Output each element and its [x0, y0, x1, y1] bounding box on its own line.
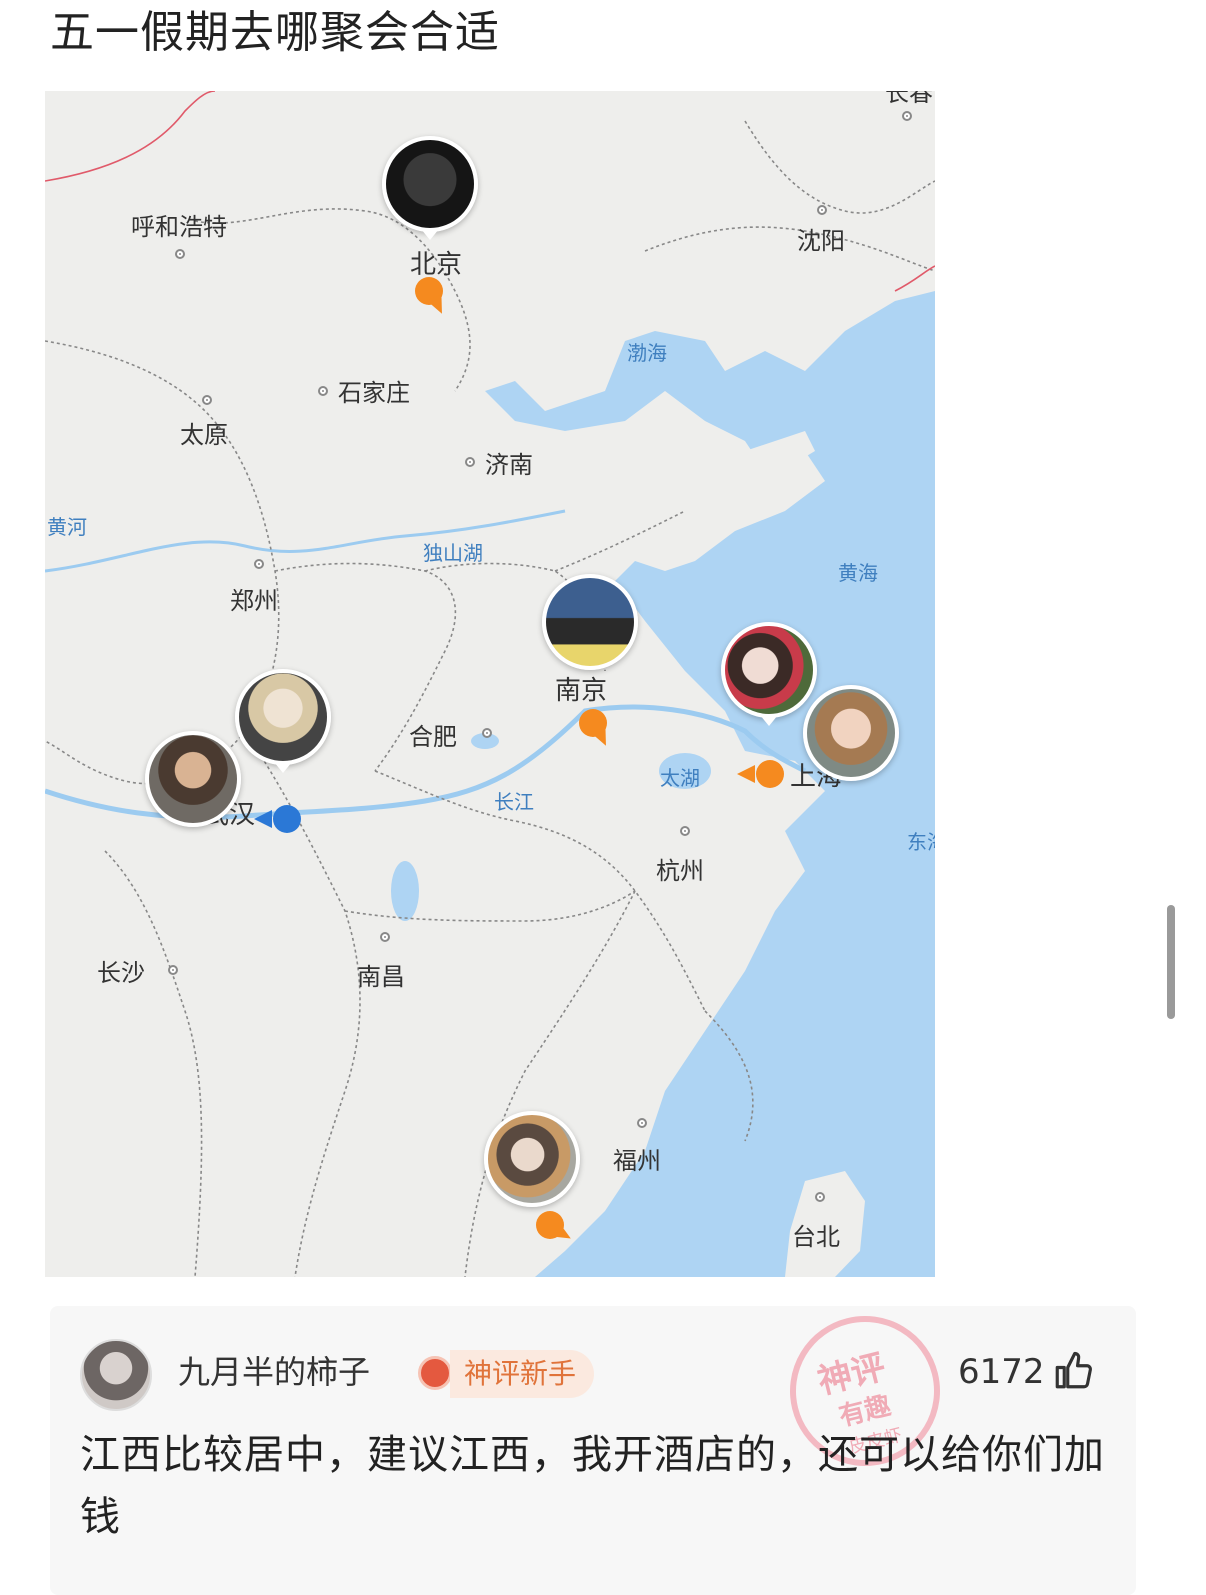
user-avatar-wuhan-1[interactable] [235, 669, 331, 765]
national-border-east [894, 265, 935, 292]
hefei-dot [482, 728, 492, 738]
user-avatar-nanjing[interactable] [542, 574, 638, 670]
thumbs-up-icon[interactable] [1052, 1350, 1094, 1392]
city-label-hefei: 合肥 [409, 723, 457, 751]
city-label-jinan: 济南 [485, 451, 533, 479]
user-avatar-shanghai-2[interactable] [803, 685, 899, 781]
direction-arrow [254, 810, 272, 828]
badge-icon [418, 1356, 452, 1390]
city-label-fuzhou: 福州 [613, 1147, 661, 1175]
national-border [45, 91, 216, 182]
like-count: 6172 [958, 1352, 1045, 1392]
changchun-dot [902, 111, 912, 121]
location-marker-wuhan[interactable] [273, 805, 301, 833]
badge-label: 神评新手 [450, 1350, 595, 1398]
direction-arrow [737, 765, 755, 783]
water-label-taihu: 太湖 [660, 766, 700, 790]
scrollbar[interactable] [1167, 905, 1175, 1019]
city-label-beijing: 北京 [410, 250, 463, 280]
user-avatar-beijing[interactable] [382, 136, 478, 232]
water-label-huanghai: 黄海 [838, 561, 878, 585]
city-label-taibei: 台北 [792, 1223, 840, 1251]
city-label-taiyuan: 太原 [180, 421, 228, 449]
yellow-river [45, 509, 566, 573]
city-label-shijiazhuang: 石家庄 [338, 379, 410, 407]
post-title: 五一假期去哪聚会合适 [50, 7, 500, 58]
user-avatar-wuhan-2[interactable] [145, 731, 241, 827]
fuzhou-dot [637, 1118, 647, 1128]
avatar-pin-tail [421, 229, 439, 240]
shenyang-dot [817, 205, 827, 215]
user-avatar-fuzhou[interactable] [484, 1111, 580, 1207]
zhengzhou-dot [254, 559, 264, 569]
city-label-nanjing: 南京 [555, 676, 608, 706]
comment-text: 江西比较居中，建议江西，我开酒店的，还可以给你们加钱 [80, 1432, 1105, 1540]
city-label-changsha: 长沙 [97, 959, 145, 987]
city-label-huhehaote: 呼和浩特 [131, 213, 227, 241]
commenter-name[interactable]: 九月半的柿子 [178, 1352, 370, 1392]
water-label-changjiang: 长江 [494, 790, 534, 814]
commenter-avatar[interactable] [80, 1339, 152, 1411]
location-marker-shanghai[interactable] [756, 760, 784, 788]
top-comment: 九月半的柿子 神评新手 神评 有趣 皮皮虾 6172 江西比较居中，建议江西，我… [50, 1300, 1136, 1595]
huhehaote-dot [175, 249, 185, 259]
user-avatar-shanghai-1[interactable] [721, 622, 817, 718]
poyang-lake [391, 861, 419, 921]
avatar-pin-tail [274, 762, 292, 773]
city-label-hangzhou: 杭州 [656, 857, 704, 885]
nanchang-dot [380, 932, 390, 942]
water-label-donghai: 东海 [907, 830, 935, 854]
water-label-huanghe: 黄河 [47, 515, 87, 539]
city-label-nanchang: 南昌 [357, 963, 405, 991]
hangzhou-dot [680, 826, 690, 836]
water-label-bohai: 渤海 [627, 341, 667, 365]
city-label-zhengzhou: 郑州 [230, 587, 278, 615]
taiyuan-dot [202, 395, 212, 405]
city-label-shenyang: 沈阳 [797, 227, 845, 255]
avatar-pin-tail [760, 715, 778, 726]
changsha-dot [168, 965, 178, 975]
shijiazhuang-dot [318, 386, 328, 396]
taibei-dot [815, 1192, 825, 1202]
water-label-dushanhu: 独山湖 [423, 541, 483, 565]
jinan-dot [465, 457, 475, 467]
city-label-changchun: 长春 [885, 91, 933, 107]
map-image[interactable]: 长春 沈阳 呼和浩特 北京 石家庄 太原 济南 郑州 南京 合肥 武汉 上海 杭… [45, 91, 935, 1277]
